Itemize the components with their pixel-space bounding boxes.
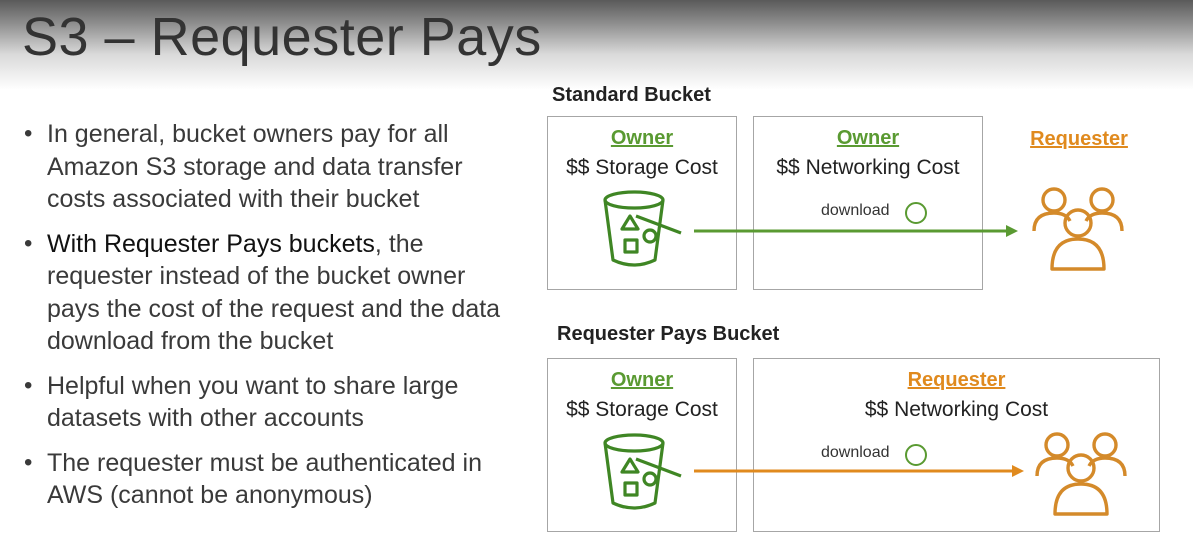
rp-storage-cost: $$ Storage Cost bbox=[566, 398, 718, 421]
standard-storage-role: Owner bbox=[610, 127, 674, 149]
standard-bucket-label: Standard Bucket bbox=[552, 84, 711, 106]
bullet-item: • The requester must be authenticated in… bbox=[22, 447, 522, 512]
bullet-text: In general, bucket owners pay for all Am… bbox=[47, 120, 463, 213]
bullet-item: • Helpful when you want to share large d… bbox=[22, 370, 522, 435]
bullet-item: • With Requester Pays buckets, the reque… bbox=[22, 228, 522, 358]
users-group-icon bbox=[1035, 432, 1127, 516]
bullet-dot-icon: • bbox=[24, 120, 33, 147]
page-title: S3 – Requester Pays bbox=[22, 7, 542, 67]
rp-storage-role: Owner bbox=[610, 369, 674, 391]
bullet-dot-icon: • bbox=[24, 229, 33, 257]
standard-requester-role: Requester bbox=[1030, 128, 1128, 150]
standard-network-cost: $$ Networking Cost bbox=[776, 156, 960, 179]
rp-network-cost: $$ Networking Cost bbox=[864, 398, 1049, 421]
arrow-right-icon bbox=[694, 225, 1018, 237]
bullet-item: • In general, bucket owners pay for all … bbox=[22, 118, 522, 216]
requester-pays-bucket-label: Requester Pays Bucket bbox=[557, 323, 780, 345]
standard-storage-cost: $$ Storage Cost bbox=[566, 156, 718, 179]
arrow-right-icon bbox=[694, 465, 1024, 477]
users-group-icon bbox=[1032, 187, 1124, 271]
bullet-emphasis: With Requester Pays buckets bbox=[47, 229, 375, 258]
download-circle-icon bbox=[905, 202, 927, 224]
rp-download-label: download bbox=[821, 444, 890, 461]
bullet-list: • In general, bucket owners pay for all … bbox=[22, 118, 522, 524]
bullet-dot-icon: • bbox=[24, 448, 33, 476]
standard-network-box: Owner $$ Networking Cost download bbox=[753, 116, 983, 290]
s3-bucket-icon bbox=[603, 433, 682, 510]
rp-network-role: Requester bbox=[907, 369, 1006, 391]
bullet-dot-icon: • bbox=[24, 371, 33, 399]
standard-network-role: Owner bbox=[836, 127, 900, 149]
standard-download-label: download bbox=[821, 202, 890, 219]
bullet-text: The requester must be authenticated in A… bbox=[47, 448, 482, 510]
s3-bucket-icon bbox=[603, 190, 682, 267]
bullet-text: Helpful when you want to share large dat… bbox=[47, 371, 459, 433]
